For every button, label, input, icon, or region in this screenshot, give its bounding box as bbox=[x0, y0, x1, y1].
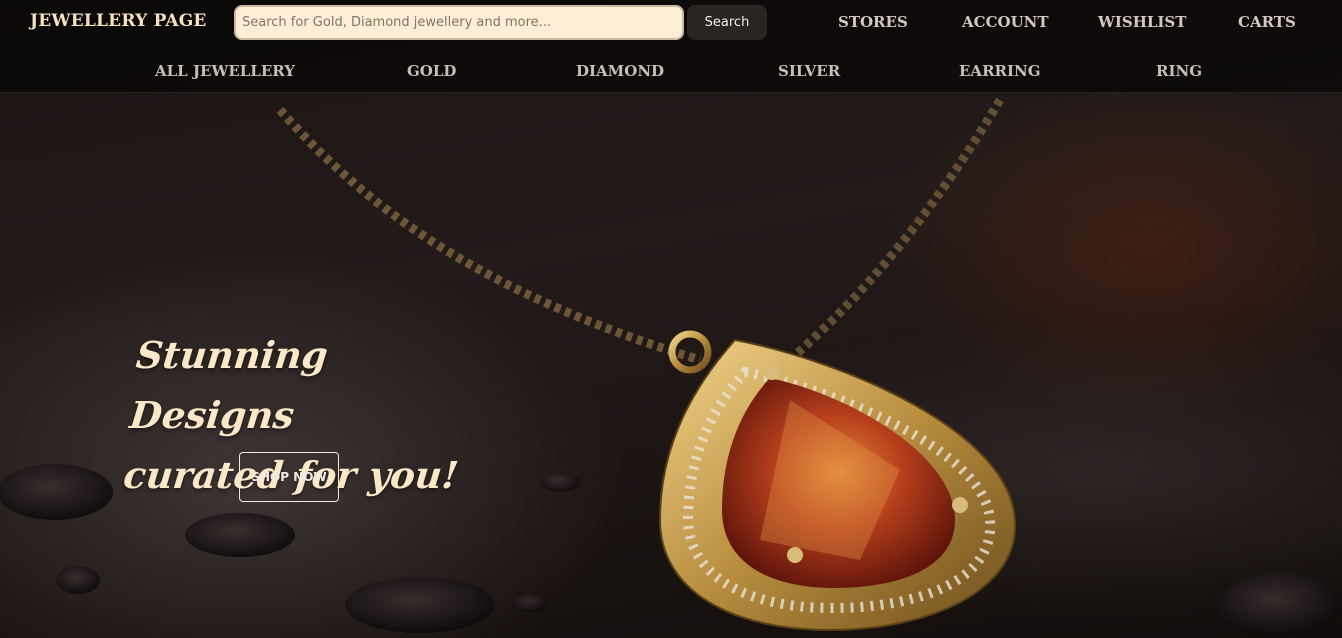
nav-link-wishlist[interactable]: WISHLIST bbox=[1098, 13, 1186, 31]
category-earring[interactable]: EARRING bbox=[959, 62, 1041, 80]
search-input[interactable] bbox=[234, 5, 684, 40]
category-silver[interactable]: SILVER bbox=[778, 62, 840, 80]
category-all-jewellery[interactable]: ALL JEWELLERY bbox=[155, 62, 295, 80]
category-diamond[interactable]: DIAMOND bbox=[576, 62, 664, 80]
category-navbar: ALL JEWELLERY GOLD DIAMOND SILVER EARRIN… bbox=[0, 46, 1342, 93]
top-navbar: JEWELLERY PAGE Search STORES ACCOUNT WIS… bbox=[0, 0, 1342, 46]
category-gold[interactable]: GOLD bbox=[407, 62, 456, 80]
nav-link-carts[interactable]: CARTS bbox=[1238, 13, 1296, 31]
category-ring[interactable]: RING bbox=[1156, 62, 1202, 80]
nav-link-account[interactable]: ACCOUNT bbox=[962, 13, 1049, 31]
pendant-necklace-image bbox=[0, 97, 1340, 637]
brand-logo[interactable]: JEWELLERY PAGE bbox=[30, 11, 207, 31]
shop-now-button[interactable]: SHOP NOW bbox=[239, 452, 339, 502]
hero-headline-line1: Stunning Designs bbox=[127, 333, 330, 437]
nav-link-stores[interactable]: STORES bbox=[838, 13, 908, 31]
search-button[interactable]: Search bbox=[687, 5, 767, 40]
